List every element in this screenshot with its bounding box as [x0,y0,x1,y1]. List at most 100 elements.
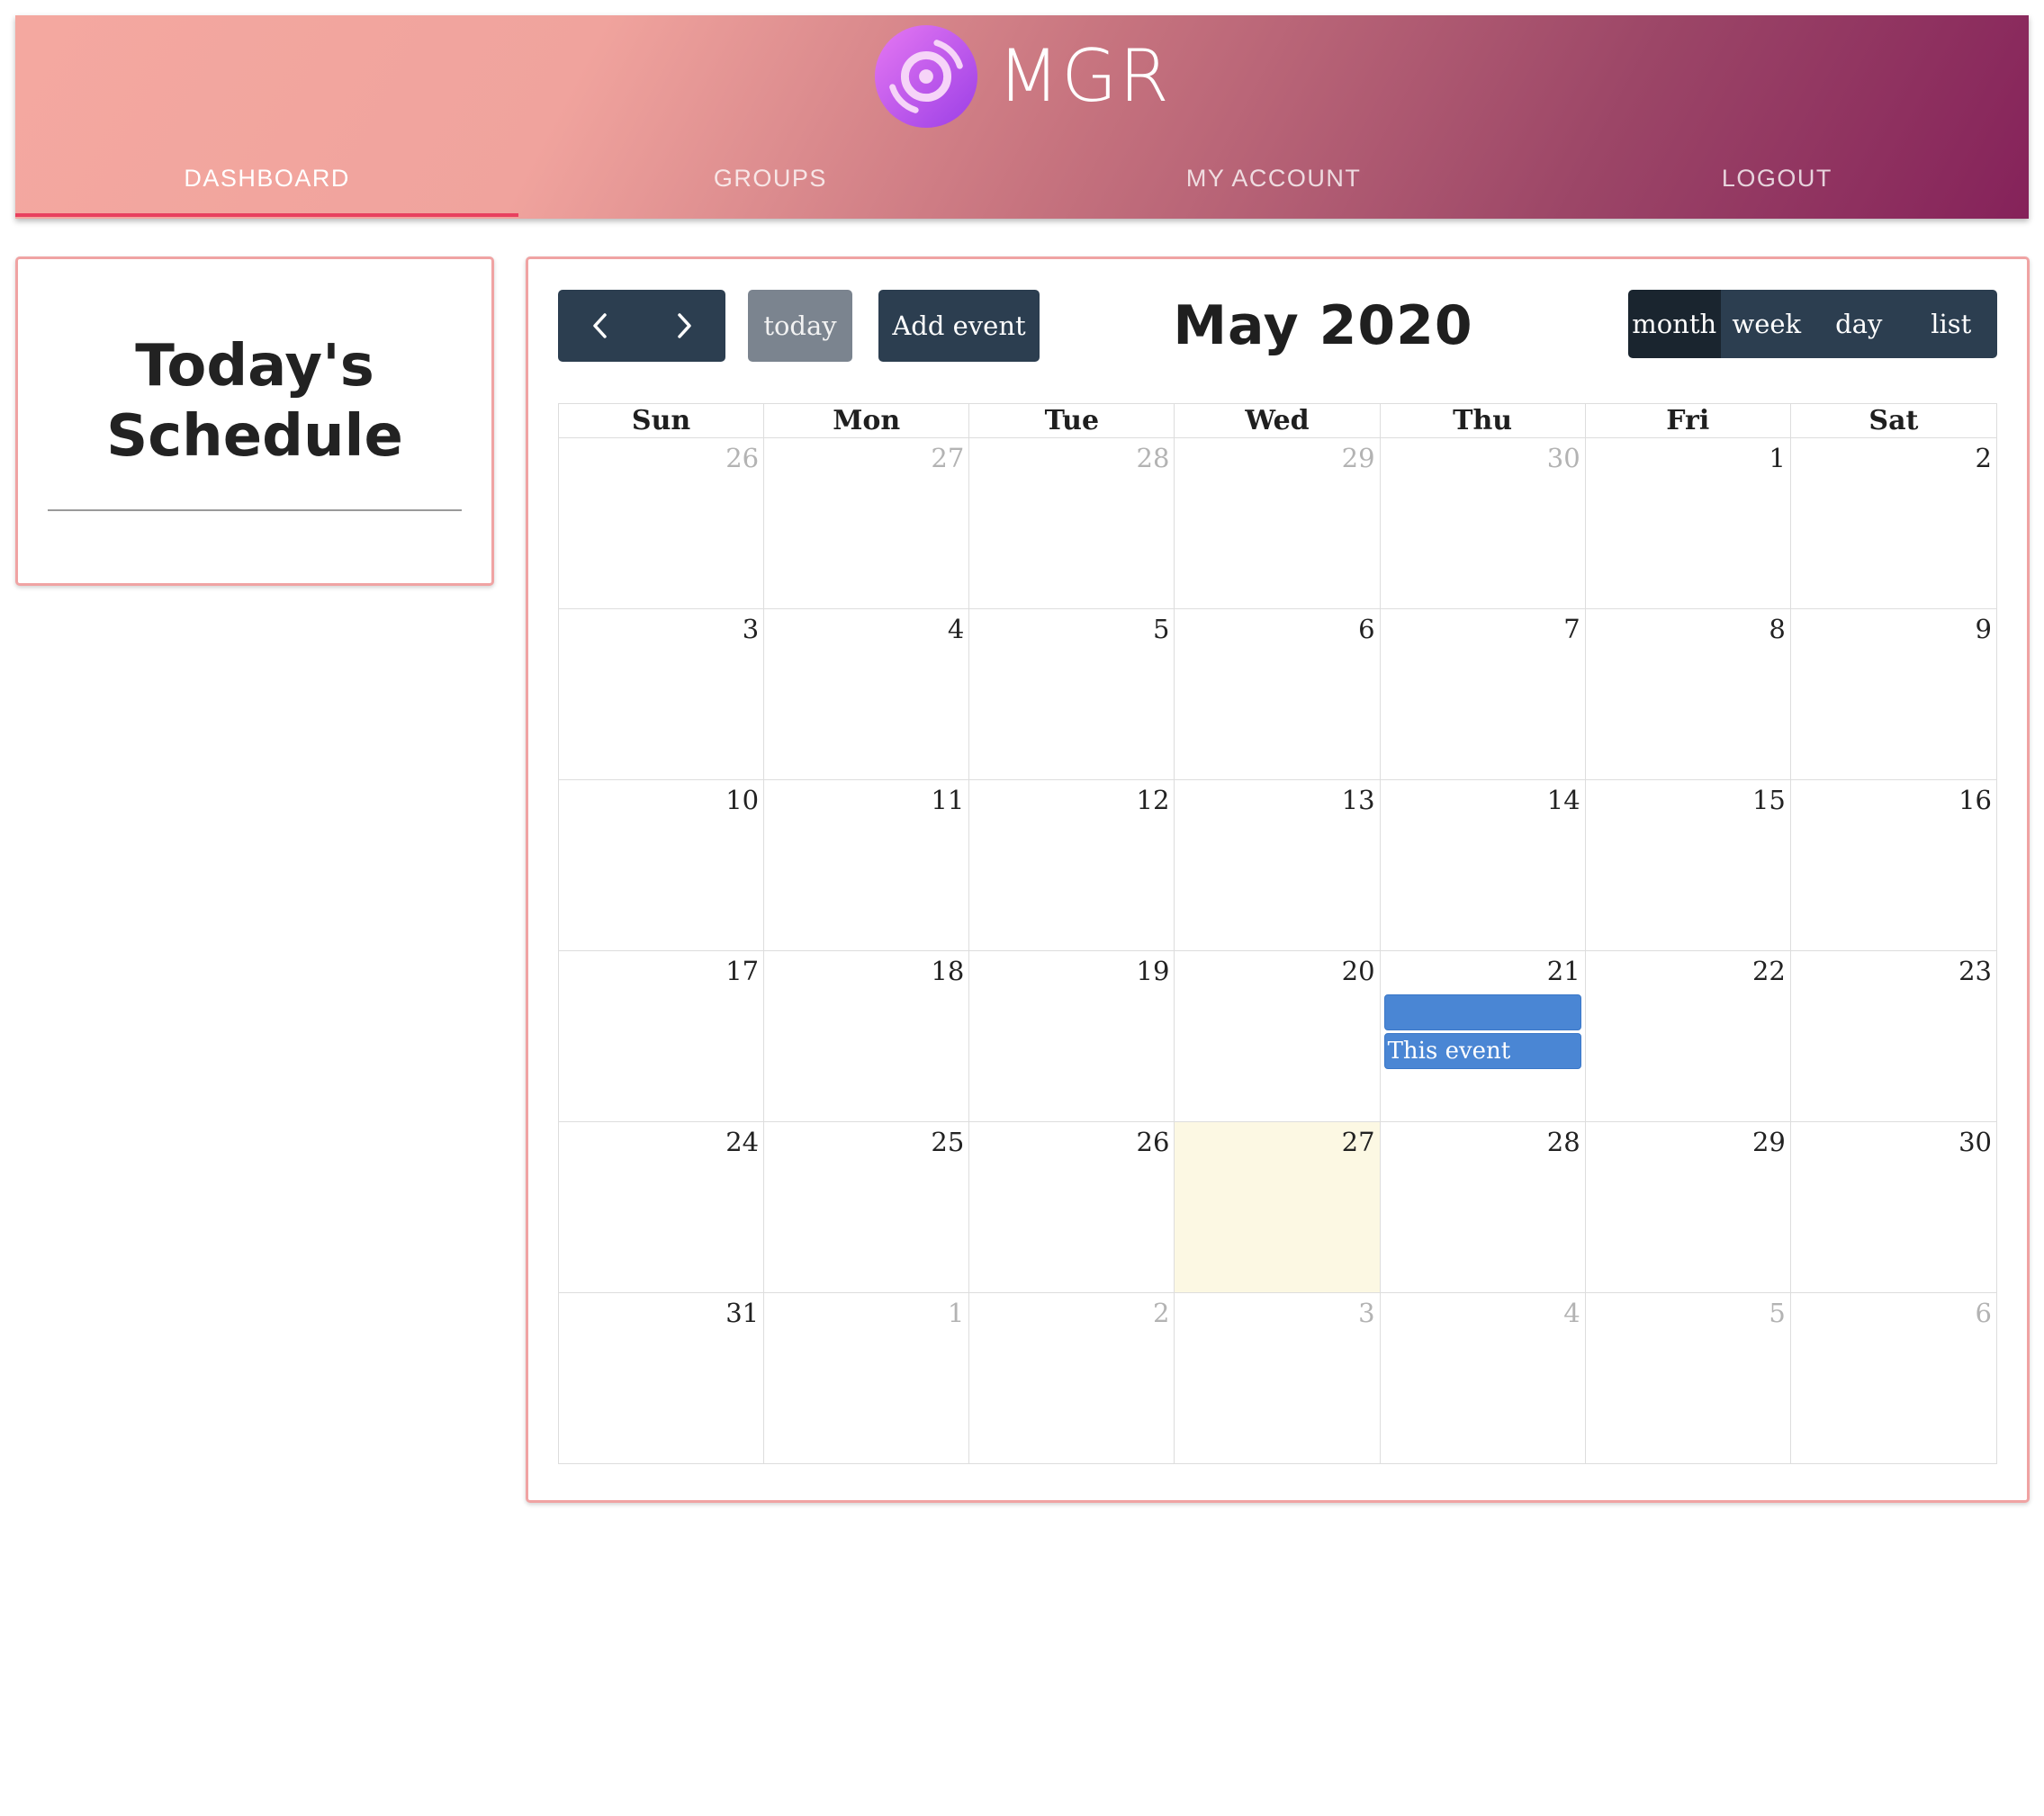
day-cell[interactable]: 22 [1585,950,1791,1121]
day-cell[interactable]: 28 [969,437,1175,608]
view-month-button[interactable]: month [1628,290,1721,358]
day-number[interactable]: 24 [725,1125,759,1159]
day-number[interactable]: 10 [725,783,759,817]
calendar-event[interactable]: This event [1383,1033,1581,1069]
day-cell[interactable]: 1 [764,1292,970,1463]
day-cell[interactable]: 4 [1380,1292,1586,1463]
day-number[interactable]: 1 [1769,441,1785,475]
day-cell[interactable]: 19 [969,950,1175,1121]
day-cell[interactable]: 31 [559,1292,765,1463]
nav-tab-dashboard[interactable]: DASHBOARD [15,138,519,219]
brand[interactable]: MGR [15,22,2029,130]
prev-month-button[interactable] [558,290,642,362]
day-cell[interactable]: 17 [559,950,765,1121]
day-number[interactable]: 19 [1137,954,1170,988]
day-number[interactable]: 11 [931,783,964,817]
day-cell[interactable]: 12 [969,779,1175,950]
day-cell[interactable]: 27 [764,437,970,608]
day-cell[interactable]: 3 [1175,1292,1381,1463]
day-cell[interactable]: 15 [1585,779,1791,950]
day-cell[interactable]: 26 [969,1121,1175,1292]
day-cell[interactable]: 14 [1380,779,1586,950]
day-number[interactable]: 27 [931,441,964,475]
today-button[interactable]: today [748,290,852,362]
day-cell[interactable]: 18 [764,950,970,1121]
day-cell[interactable]: 1 [1585,437,1791,608]
day-cell[interactable]: 3 [559,608,765,779]
day-number[interactable]: 7 [1563,612,1580,646]
day-number[interactable]: 26 [725,441,759,475]
day-cell[interactable]: 30 [1790,1121,1996,1292]
day-number[interactable]: 28 [1547,1125,1580,1159]
day-number[interactable]: 5 [1769,1296,1785,1330]
day-number[interactable]: 27 [1342,1125,1375,1159]
day-number[interactable]: 15 [1752,783,1786,817]
day-number[interactable]: 14 [1547,783,1580,817]
day-number[interactable]: 9 [1976,612,1992,646]
nav-tab-groups[interactable]: GROUPS [518,138,1022,219]
day-number[interactable]: 21 [1547,954,1580,988]
day-cell[interactable]: 11 [764,779,970,950]
day-number[interactable]: 29 [1752,1125,1786,1159]
day-number[interactable]: 30 [1547,441,1580,475]
day-number[interactable]: 12 [1137,783,1170,817]
day-number[interactable]: 23 [1958,954,1992,988]
nav-tab-my-account[interactable]: MY ACCOUNT [1022,138,1526,219]
day-number[interactable]: 1 [948,1296,964,1330]
add-event-button[interactable]: Add event [878,290,1040,362]
day-cell[interactable]: 30 [1380,437,1586,608]
day-cell[interactable]: 20 [1175,950,1381,1121]
day-number[interactable]: 29 [1342,441,1375,475]
day-cell[interactable]: 28 [1380,1121,1586,1292]
day-cell[interactable]: 2 [969,1292,1175,1463]
day-cell[interactable]: 26 [559,437,765,608]
day-number[interactable]: 6 [1976,1296,1992,1330]
calendar-event[interactable] [1383,994,1581,1030]
day-cell[interactable]: 6 [1175,608,1381,779]
day-number[interactable]: 17 [725,954,759,988]
view-list-button[interactable]: list [1904,290,1997,358]
next-month-button[interactable] [642,290,725,362]
day-number[interactable]: 28 [1137,441,1170,475]
day-number[interactable]: 4 [948,612,964,646]
day-cell[interactable]: 5 [969,608,1175,779]
day-cell[interactable]: 25 [764,1121,970,1292]
day-number[interactable]: 3 [743,612,759,646]
day-cell[interactable]: 10 [559,779,765,950]
day-cell[interactable]: 29 [1585,1121,1791,1292]
day-cell[interactable]: 29 [1175,437,1381,608]
day-number[interactable]: 30 [1958,1125,1992,1159]
day-number[interactable]: 2 [1153,1296,1169,1330]
day-number[interactable]: 22 [1752,954,1786,988]
day-cell[interactable]: 16 [1790,779,1996,950]
day-cell[interactable]: 9 [1790,608,1996,779]
day-number[interactable]: 16 [1958,783,1992,817]
nav-tab-logout[interactable]: LOGOUT [1526,138,2029,219]
day-cell[interactable]: 5 [1585,1292,1791,1463]
day-number[interactable]: 8 [1769,612,1785,646]
day-cell[interactable]: 6 [1790,1292,1996,1463]
view-week-button[interactable]: week [1720,290,1813,358]
view-day-button[interactable]: day [1813,290,1905,358]
disc-logo-icon [875,24,978,129]
day-number[interactable]: 4 [1563,1296,1580,1330]
day-number[interactable]: 26 [1137,1125,1170,1159]
day-cell[interactable]: 21 This event [1380,950,1586,1121]
day-number[interactable]: 20 [1342,954,1375,988]
day-number[interactable]: 25 [931,1125,964,1159]
day-number[interactable]: 18 [931,954,964,988]
day-cell[interactable]: 8 [1585,608,1791,779]
day-cell[interactable]: 24 [559,1121,765,1292]
day-cell[interactable]: 13 [1175,779,1381,950]
day-number[interactable]: 31 [725,1296,759,1330]
day-cell[interactable]: 7 [1380,608,1586,779]
day-cell-today[interactable]: 27 [1175,1121,1381,1292]
day-number[interactable]: 2 [1976,441,1992,475]
day-cell[interactable]: 2 [1790,437,1996,608]
day-number[interactable]: 13 [1342,783,1375,817]
day-number[interactable]: 6 [1358,612,1374,646]
day-number[interactable]: 3 [1358,1296,1374,1330]
day-number[interactable]: 5 [1153,612,1169,646]
day-cell[interactable]: 23 [1790,950,1996,1121]
day-cell[interactable]: 4 [764,608,970,779]
